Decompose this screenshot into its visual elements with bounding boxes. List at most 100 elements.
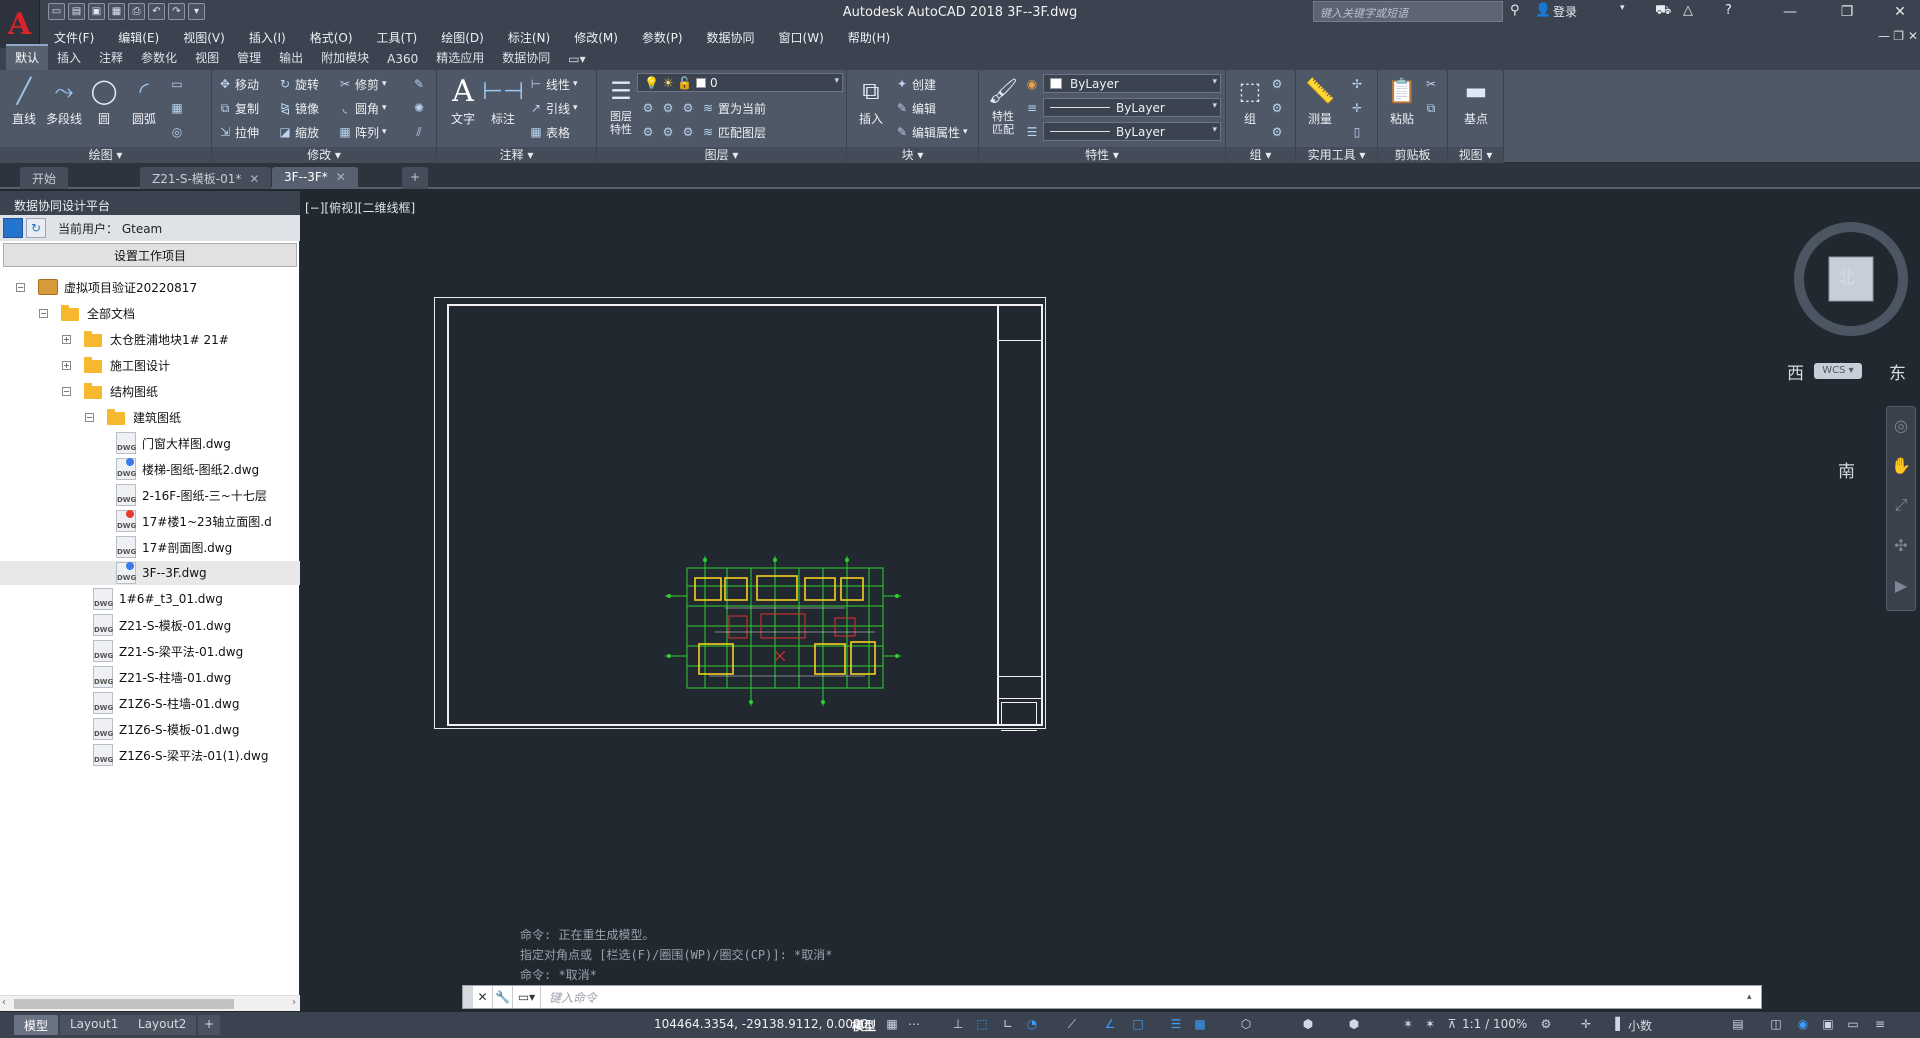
coordinates-readout[interactable]: 104464.3354, -29138.9112, 0.0000 [654,1017,868,1031]
cart-icon[interactable]: ⛟ [1655,3,1671,20]
orbit-icon[interactable]: ✣ [1893,536,1909,555]
edit-block-button[interactable]: ✎ 编辑 [895,98,936,118]
tree-file-item[interactable]: DWG Z1Z6-S-梁平法-01(1).dwg [0,743,300,767]
create-block-button[interactable]: ✦ 创建 [895,74,936,94]
scale-button[interactable]: ◪ 缩放 [278,122,319,142]
command-input[interactable]: 键入命令 [541,989,1747,1006]
print-icon[interactable]: ⎙ [128,3,145,20]
compass-south[interactable]: 南 [1838,457,1855,482]
layer-tool-4-icon[interactable]: ⚙ [641,122,655,142]
leader-button[interactable]: ↗ 引线 ▾ [529,98,578,118]
rotate-button[interactable]: ↻ 旋转 [278,74,319,94]
tree-file-item[interactable]: DWG 2-16F-图纸-三~十七层 [0,483,300,507]
offset-icon[interactable]: ⫽ [412,122,426,142]
tree-file-item[interactable]: DWG 门窗大样图.dwg [0,431,300,455]
panel-properties-title[interactable]: 特性 ▾ [979,147,1225,163]
doc-restore-icon[interactable]: ❐ [1893,29,1904,43]
panel-utilities-title[interactable]: 实用工具 ▾ [1296,147,1377,163]
util-tool-1-icon[interactable]: ✢ [1350,74,1364,94]
annotation-scale-icon[interactable]: ⊼ [1444,1016,1460,1032]
text-button[interactable]: A 文字 [441,72,485,127]
a360-icon[interactable]: △ [1683,3,1693,18]
showmotion-icon[interactable]: ▶ [1893,576,1909,595]
object-snap-icon[interactable]: □ [1130,1016,1146,1032]
tree-folder-item[interactable]: + 太仓胜浦地块1# 21# [0,327,300,351]
close-command-icon[interactable]: ✕ [473,986,493,1008]
transparency-icon[interactable]: ▩ [1192,1016,1208,1032]
model-space-toggle[interactable]: 模型 [852,1017,876,1034]
tree-file-item[interactable]: DWG Z1Z6-S-柱墙-01.dwg [0,691,300,715]
panel-draw-title[interactable]: 绘图 ▾ [0,147,211,163]
selection-cycling-icon[interactable]: ⬡ [1238,1016,1254,1032]
tree-file-item[interactable]: DWG 17#剖面图.dwg [0,535,300,559]
hardware-acceleration-icon[interactable]: ▣ [1820,1016,1836,1032]
color-wheel-icon[interactable]: ◉ [1025,74,1039,94]
tab-layout1[interactable]: Layout1 [60,1015,129,1035]
tree-file-item[interactable]: DWG 1#6#_t3_01.dwg [0,587,300,611]
tab-output[interactable]: 输出 [270,46,312,70]
linetype-dropdown[interactable]: ByLayer ▾ [1043,98,1221,117]
tab-insert[interactable]: 插入 [48,46,90,70]
tree-file-item[interactable]: DWG Z21-S-梁平法-01.dwg [0,639,300,663]
horizontal-scrollbar[interactable]: ‹ › [0,995,300,1011]
tree-file-item[interactable]: DWG Z1Z6-S-模板-01.dwg [0,717,300,741]
tab-file-z21[interactable]: Z21-S-模板-01* ✕ [140,167,272,189]
menu-help[interactable]: 帮助(H) [836,29,902,46]
group-tool-3-icon[interactable]: ⚙ [1270,122,1284,142]
object-snap-tracking-icon[interactable]: ∠ [1102,1016,1118,1032]
close-button[interactable]: ✕ [1880,0,1920,24]
tab-featured-apps[interactable]: 精选应用 [427,46,493,70]
explode-icon[interactable]: ✺ [412,98,426,118]
new-tab-button[interactable]: + [402,167,429,189]
panel-annotation-title[interactable]: 注释 ▾ [437,147,596,163]
restore-button[interactable]: ❐ [1827,0,1867,24]
collapse-icon[interactable]: − [39,309,48,318]
panel-block-title[interactable]: 块 ▾ [847,147,978,163]
util-tool-2-icon[interactable]: ✛ [1350,98,1364,118]
collapse-icon[interactable]: − [85,413,94,422]
move-button[interactable]: ✥ 移动 [218,74,259,94]
search-input[interactable]: 键入关键字或短语 [1313,1,1503,22]
snap-icon[interactable]: ⋯ [906,1016,922,1032]
panel-clipboard-title[interactable]: 剪贴板 [1378,147,1447,163]
fillet-button[interactable]: ◟ 圆角 ▾ [338,98,387,118]
ortho-icon[interactable]: ∟ [1000,1016,1016,1032]
copy-clip-icon[interactable]: ⧉ [1424,98,1438,118]
copy-button[interactable]: ⧉ 复制 [218,98,259,118]
wcs-menu[interactable]: WCS ▾ [1814,363,1862,379]
layer-tool-6-icon[interactable]: ⚙ [681,122,695,142]
annotation-monitor-icon[interactable]: ✛ [1578,1016,1594,1032]
expand-icon[interactable]: + [62,361,71,370]
tab-layout2[interactable]: Layout2 [128,1015,197,1035]
lineweight-toggle-icon[interactable]: ☰ [1168,1016,1184,1032]
rectangle-icon[interactable]: ▭ [170,74,184,94]
menu-file[interactable]: 文件(F) [40,29,106,46]
tab-collab[interactable]: 数据协同 [493,46,559,70]
tab-default[interactable]: 默认 [6,44,49,70]
doc-minimize-icon[interactable]: — [1878,29,1890,43]
redo-icon[interactable]: ↷ [168,3,185,20]
annotation-visibility-icon[interactable]: ✶ [1400,1016,1416,1032]
units-dropdown[interactable]: 小数 [1628,1017,1652,1034]
layer-dropdown[interactable]: 💡 ☀ 🔓 0 ▾ [637,73,843,92]
command-line-grip[interactable] [463,986,473,1008]
units-icon[interactable]: ▌ [1612,1016,1628,1032]
help-icon[interactable]: ? [1725,3,1732,18]
save-as-icon[interactable]: ▦ [108,3,125,20]
3d-osnap-icon[interactable]: ⬢ [1300,1016,1316,1032]
boundary-icon[interactable]: ◎ [170,122,184,142]
tree-file-item[interactable]: DWG 17#楼1~23轴立面图.d [0,509,300,533]
dynamic-ucs-icon[interactable]: ⬢ [1346,1016,1362,1032]
stretch-button[interactable]: ⇲ 拉伸 [218,122,259,142]
menu-tools[interactable]: 工具(T) [365,29,430,46]
set-project-button[interactable]: 设置工作项目 [3,243,297,267]
tree-folder-item[interactable]: + 施工图设计 [0,353,300,377]
arc-button[interactable]: ◜ 圆弧 [122,72,166,127]
tree-file-item[interactable]: DWG 3F--3F.dwg [0,561,300,585]
tab-parametric[interactable]: 参数化 [132,46,186,70]
table-button[interactable]: ▦ 表格 [529,122,570,142]
panel-view-title[interactable]: 视图 ▾ [1448,147,1503,163]
dimension-button[interactable]: ⊢⊣ 标注 [481,72,525,127]
polyline-button[interactable]: ⤳ 多段线 [42,72,86,127]
tab-file-3f[interactable]: 3F--3F* ✕ [272,167,358,189]
